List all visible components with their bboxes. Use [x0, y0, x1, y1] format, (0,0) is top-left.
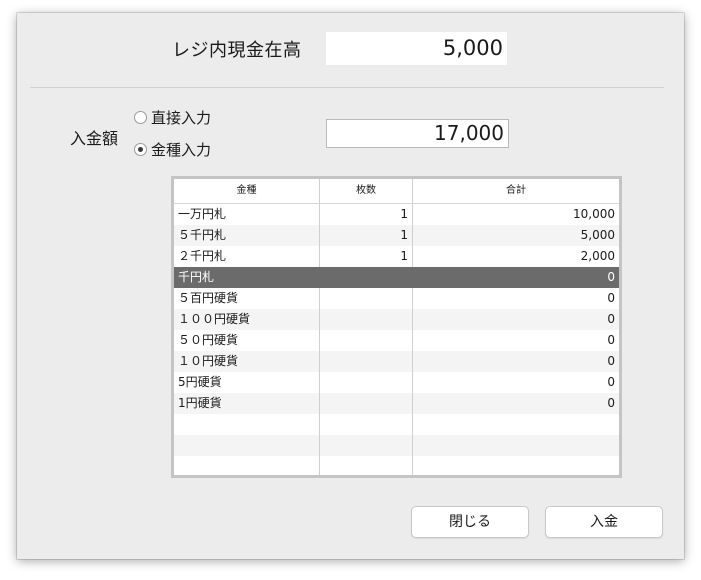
cell-count[interactable]: 1	[320, 204, 413, 225]
cell-total: 0	[607, 270, 615, 284]
cell-total: 10,000	[573, 207, 615, 221]
cell-count[interactable]	[320, 414, 413, 435]
cell-count[interactable]	[320, 309, 413, 330]
cell-kind: ２千円札	[174, 246, 320, 267]
table-row[interactable]: ５０円硬貨 0	[174, 330, 619, 351]
table-row[interactable]	[174, 414, 619, 435]
cell-kind: 5円硬貨	[174, 372, 320, 393]
table-row[interactable]	[174, 456, 619, 475]
cell-total	[413, 456, 619, 475]
cell-count[interactable]	[320, 330, 413, 351]
radio-direct-label: 直接入力	[151, 109, 212, 127]
cell-count[interactable]: 1	[320, 225, 413, 246]
cell-total: 0	[607, 396, 615, 410]
deposit-amount-field[interactable]: 17,000	[326, 119, 509, 148]
close-button[interactable]: 閉じる	[411, 506, 529, 538]
table-body: 一万円札 1 10,000 ５千円札 1 5,000 ２千円札 1 2,000 千円札 0 ５百円硬貨…	[174, 204, 619, 475]
denomination-table[interactable]: 金種 枚数 合計 一万円札 1 10,000 ５千円札 1 5,000 ２千円札 1 2,000…	[171, 176, 622, 478]
cell-count[interactable]	[320, 288, 413, 309]
radio-direct-input[interactable]: 直接入力	[134, 107, 211, 128]
cell-total: 5,000	[580, 228, 615, 242]
column-header-count[interactable]: 枚数	[320, 179, 413, 203]
cell-kind: １０円硬貨	[174, 351, 320, 372]
cell-count[interactable]	[320, 393, 413, 414]
radio-denomination-input[interactable]: 金種入力	[134, 139, 211, 160]
cell-kind	[174, 414, 320, 435]
cell-total: 0	[607, 291, 615, 305]
cell-count[interactable]	[320, 435, 413, 456]
column-header-kind[interactable]: 金種	[174, 179, 320, 203]
cell-count[interactable]: 1	[320, 246, 413, 267]
table-header: 金種 枚数 合計	[174, 179, 619, 204]
table-row[interactable]: 5円硬貨 0	[174, 372, 619, 393]
radio-checked-icon[interactable]	[134, 143, 147, 156]
table-row[interactable]: 1円硬貨 0	[174, 393, 619, 414]
deposit-button[interactable]: 入金	[545, 506, 663, 538]
radio-denomination-label: 金種入力	[151, 141, 212, 159]
cell-kind	[174, 456, 320, 475]
table-row[interactable]: 一万円札 1 10,000	[174, 204, 619, 225]
table-row[interactable]: １０円硬貨 0	[174, 351, 619, 372]
cell-kind: 千円札	[174, 267, 320, 288]
cell-count[interactable]	[320, 456, 413, 475]
cell-count[interactable]	[320, 351, 413, 372]
table-row[interactable]	[174, 435, 619, 456]
cell-kind	[174, 435, 320, 456]
deposit-amount-label: 入金額	[70, 129, 119, 148]
cell-total: 0	[607, 312, 615, 326]
cell-kind: 一万円札	[174, 204, 320, 225]
register-cash-label: レジ内現金在高	[172, 40, 302, 61]
table-row[interactable]: ５千円札 1 5,000	[174, 225, 619, 246]
cell-kind: ５０円硬貨	[174, 330, 320, 351]
table-row[interactable]: １００円硬貨 0	[174, 309, 619, 330]
register-cash-value: 5,000	[326, 32, 507, 65]
column-header-total[interactable]: 合計	[413, 179, 619, 203]
cell-kind: １００円硬貨	[174, 309, 320, 330]
cell-kind: ５千円札	[174, 225, 320, 246]
cell-kind: ５百円硬貨	[174, 288, 320, 309]
table-row[interactable]: ５百円硬貨 0	[174, 288, 619, 309]
cell-total: 0	[607, 354, 615, 368]
cell-total: 0	[607, 333, 615, 347]
cell-count[interactable]	[320, 372, 413, 393]
cell-total: 2,000	[580, 249, 615, 263]
radio-unchecked-icon[interactable]	[134, 111, 147, 124]
divider	[30, 87, 664, 88]
cell-count[interactable]	[320, 267, 413, 288]
table-row[interactable]: 千円札 0	[174, 267, 619, 288]
cell-total: 0	[607, 375, 615, 389]
cell-total	[413, 414, 619, 435]
table-row[interactable]: ２千円札 1 2,000	[174, 246, 619, 267]
cell-total	[413, 435, 619, 456]
cell-kind: 1円硬貨	[174, 393, 320, 414]
